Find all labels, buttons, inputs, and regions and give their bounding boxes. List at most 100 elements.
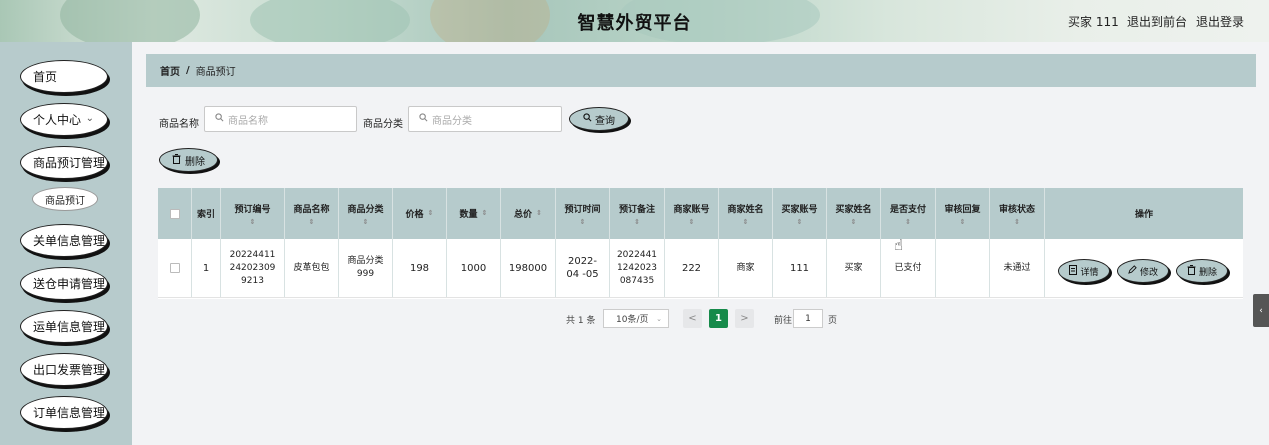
cell-buyer-account: 111: [773, 239, 827, 297]
header-review-reply[interactable]: 审核回复 ⇕: [936, 188, 990, 239]
breadcrumb-separator: /: [186, 65, 190, 76]
product-name-input[interactable]: 商品名称: [204, 106, 357, 132]
header-label: 商品名称: [293, 204, 330, 215]
detail-button[interactable]: 详情: [1058, 259, 1110, 283]
sidebar-item-product-booking-mgmt[interactable]: 商品预订管理: [20, 146, 108, 179]
sidebar-item-label: 关单信息管理: [33, 234, 106, 248]
page-1-button[interactable]: 1: [709, 309, 728, 328]
cell-review-status: 未通过: [990, 239, 1045, 297]
header-label: 商家姓名: [727, 204, 764, 215]
sort-icon: ⇕: [959, 217, 966, 226]
header-label: 买家姓名: [835, 204, 872, 215]
header-order-time[interactable]: 预订时间 ⇕: [556, 188, 610, 239]
back-to-front-link[interactable]: 退出到前台: [1127, 13, 1187, 30]
header-buyer-name[interactable]: 买家姓名 ⇕: [827, 188, 881, 239]
header-label: 预订编号: [234, 204, 271, 215]
sidebar-item-label: 送仓申请管理: [33, 277, 106, 291]
sidebar-item-home[interactable]: 首页: [20, 60, 108, 93]
sort-icon: ⇕: [688, 217, 695, 226]
pencil-icon: [1128, 265, 1137, 277]
cell-category: 商品分类 999: [339, 239, 393, 297]
header-quantity[interactable]: 数量 ⇕: [447, 188, 501, 239]
cell-order-time: 2022-04 -05: [556, 239, 610, 297]
cell-merchant-account: 222: [665, 239, 719, 297]
sidebar-item-warehouse-mgmt[interactable]: 送仓申请管理: [20, 267, 108, 300]
header-label: 商品分类: [347, 204, 384, 215]
cell-paid: 已支付: [881, 239, 936, 297]
query-button[interactable]: 查询: [569, 107, 629, 131]
header-paid[interactable]: 是否支付 ⇕: [881, 188, 936, 239]
category-input[interactable]: 商品分类: [408, 106, 562, 132]
header-merchant-name[interactable]: 商家姓名 ⇕: [719, 188, 773, 239]
edit-button[interactable]: 修改: [1117, 259, 1169, 283]
product-name-placeholder: 商品名称: [228, 115, 268, 127]
next-page-button[interactable]: >: [735, 309, 754, 328]
search-icon: [215, 113, 224, 125]
pagination-total: 共 1 条: [566, 316, 596, 326]
batch-delete-label: 删除: [185, 156, 205, 168]
header-index: 索引: [192, 188, 221, 239]
page-size-select[interactable]: 10条/页 ⌄: [603, 309, 669, 328]
header-order-no[interactable]: 预订编号 ⇕: [221, 188, 285, 239]
header-merchant-account[interactable]: 商家账号 ⇕: [665, 188, 719, 239]
search-icon: [583, 113, 592, 125]
chevron-left-icon[interactable]: ‹: [1253, 294, 1269, 327]
edit-button-label: 修改: [1139, 267, 1158, 278]
table-header: 索引 预订编号 ⇕ 商品名称 ⇕ 商品分类 ⇕ 价格 ⇕ 数量 ⇕ 总价 ⇕ 预订时间 ⇕ 预…: [158, 188, 1243, 239]
breadcrumb-home[interactable]: 首页: [160, 63, 180, 78]
query-button-label: 查询: [595, 115, 615, 127]
header-remark[interactable]: 预订备注 ⇕: [610, 188, 665, 239]
sidebar-item-order-mgmt[interactable]: 订单信息管理: [20, 396, 108, 429]
sort-icon: ⇕: [579, 217, 586, 226]
sort-icon: ⇕: [249, 217, 256, 226]
row-checkbox[interactable]: [169, 263, 180, 273]
select-all-checkbox[interactable]: [169, 208, 180, 219]
cell-buyer-name: 买家: [827, 239, 881, 297]
header-label: 审核状态: [998, 204, 1035, 215]
chevron-down-icon: ⌄: [656, 314, 662, 323]
cell-total: 198000: [501, 239, 556, 297]
row-delete-button[interactable]: 删除: [1176, 259, 1228, 283]
category-placeholder: 商品分类: [432, 115, 472, 127]
goto-page-input[interactable]: 1: [793, 309, 823, 328]
header-label: 是否支付: [889, 204, 926, 215]
sidebar-item-customs-mgmt[interactable]: 关单信息管理: [20, 224, 108, 257]
header-label: 预订备注: [618, 204, 655, 215]
sort-icon: ⇕: [742, 217, 749, 226]
sort-icon: ⇕: [796, 217, 803, 226]
sidebar-subitem-product-booking[interactable]: 商品预订: [32, 187, 98, 211]
header-price[interactable]: 价格 ⇕: [393, 188, 447, 239]
header-review-status[interactable]: 审核状态 ⇕: [990, 188, 1045, 239]
sort-icon: ⇕: [536, 209, 542, 217]
chevron-down-icon: ⌄: [85, 113, 94, 124]
hand-cursor-icon: ☝: [894, 236, 904, 254]
sidebar-item-label: 商品预订管理: [33, 156, 106, 170]
prev-page-button[interactable]: <: [683, 309, 702, 328]
header-buyer-account[interactable]: 买家账号 ⇕: [773, 188, 827, 239]
sidebar-item-label: 运单信息管理: [33, 320, 106, 334]
header-category[interactable]: 商品分类 ⇕: [339, 188, 393, 239]
goto-label: 前往: [774, 316, 793, 326]
page-unit-label: 页: [828, 316, 838, 326]
row-delete-button-label: 删除: [1198, 267, 1217, 278]
sort-icon: ⇕: [308, 217, 315, 226]
header-label: 价格: [405, 210, 424, 220]
cell-review-reply: [936, 239, 990, 297]
header-total[interactable]: 总价 ⇕: [501, 188, 556, 239]
category-label: 商品分类: [363, 119, 403, 130]
sidebar-item-invoice-mgmt[interactable]: 出口发票管理: [20, 353, 108, 386]
header-label: 商家账号: [673, 204, 710, 215]
row-select-cell: [158, 239, 192, 297]
logout-link[interactable]: 退出登录: [1196, 13, 1244, 30]
detail-button-label: 详情: [1080, 267, 1099, 278]
header-product-name[interactable]: 商品名称 ⇕: [285, 188, 339, 239]
header-label: 审核回复: [944, 204, 981, 215]
sidebar-item-waybill-mgmt[interactable]: 运单信息管理: [20, 310, 108, 343]
header-label: 总价: [514, 210, 533, 220]
current-user: 买家 111: [1068, 15, 1119, 29]
sidebar-item-personal-center[interactable]: 个人中心 ⌄: [20, 103, 108, 136]
sort-icon: ⇕: [1014, 217, 1020, 226]
batch-delete-button[interactable]: 删除: [159, 148, 218, 172]
header-label: 预订时间: [564, 204, 601, 215]
sidebar-item-label: 首页: [33, 70, 58, 84]
